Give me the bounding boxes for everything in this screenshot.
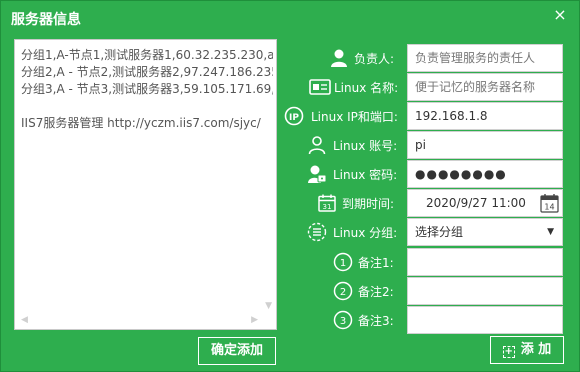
- note2-input[interactable]: [407, 277, 563, 305]
- ip-icon: IP: [284, 106, 304, 126]
- list-line: 分组1,A-节点1,测试服务器1,60.32.235.230,ad: [21, 48, 273, 62]
- list-line: 分组2,A - 节点2,测试服务器2,97.247.186.235,: [21, 65, 273, 79]
- group-select[interactable]: 选择分组 ▼: [407, 218, 563, 246]
- add-plus-icon: +: [502, 346, 515, 358]
- list-icon: [307, 222, 327, 242]
- list-line: 分组3,A - 节点3,测试服务器3,59.105.171.69,a: [21, 82, 273, 96]
- scroll-right-arrow-icon[interactable]: ▶: [251, 315, 258, 325]
- note1-row: 1 备注1:: [281, 248, 571, 276]
- svg-text:IP: IP: [289, 113, 299, 123]
- note2-row: 2 备注2:: [281, 277, 571, 305]
- id-card-icon: [309, 77, 331, 97]
- ip-input[interactable]: 192.168.1.8: [407, 102, 563, 130]
- server-list-lines: 分组1,A-节点1,测试服务器1,60.32.235.230,ad 分组2,A …: [21, 47, 273, 132]
- list-line: [21, 98, 273, 115]
- server-list-textarea[interactable]: 分组1,A-节点1,测试服务器1,60.32.235.230,ad 分组2,A …: [14, 39, 277, 330]
- window-title: 服务器信息: [11, 12, 81, 28]
- note1-label: 备注1:: [358, 256, 394, 270]
- user-lock-icon: [307, 164, 327, 184]
- owner-input[interactable]: 负责管理服务的责任人: [407, 44, 563, 72]
- number-1-icon: 1: [333, 252, 353, 272]
- note2-label: 备注2:: [358, 285, 394, 299]
- number-3-icon: 3: [333, 310, 353, 330]
- scroll-down-arrow-icon[interactable]: ▼: [265, 301, 272, 311]
- svg-text:1: 1: [340, 258, 346, 269]
- note3-input[interactable]: [407, 306, 563, 334]
- confirm-add-button[interactable]: 确定添加: [198, 337, 276, 365]
- group-selected-value: 选择分组: [415, 225, 464, 239]
- expiry-label: 到期时间:: [342, 197, 395, 211]
- server-info-window: 服务器信息 × 分组1,A-节点1,测试服务器1,60.32.235.230,a…: [0, 0, 580, 372]
- owner-row: 负责人: 负责管理服务的责任人: [281, 44, 571, 72]
- password-input[interactable]: ●●●●●●●●: [407, 160, 563, 188]
- password-label: Linux 密码:: [333, 168, 398, 182]
- title-bar[interactable]: 服务器信息 ×: [1, 1, 579, 33]
- horizontal-scrollbar[interactable]: ◀ ▶: [15, 313, 276, 329]
- account-input[interactable]: pi: [407, 131, 563, 159]
- svg-text:2: 2: [340, 287, 346, 298]
- note3-row: 3 备注3:: [281, 306, 571, 334]
- account-label: Linux 账号:: [333, 139, 398, 153]
- account-row: Linux 账号: pi: [281, 131, 571, 159]
- add-button-label: 添 加: [520, 342, 552, 357]
- group-label: Linux 分组:: [333, 226, 398, 240]
- name-input[interactable]: 便于记忆的服务器名称: [407, 73, 563, 101]
- dropdown-arrow-icon[interactable]: ▼: [547, 219, 554, 245]
- ip-label: Linux IP和端口:: [311, 110, 398, 124]
- note3-label: 备注3:: [358, 314, 394, 328]
- svg-text:31: 31: [323, 203, 332, 211]
- ip-row: IP Linux IP和端口: 192.168.1.8: [281, 102, 571, 130]
- close-icon[interactable]: ×: [551, 6, 569, 24]
- calendar-icon: 31: [317, 193, 337, 213]
- expiry-row: 31 到期时间: 2020/9/27 11:00 14: [281, 189, 571, 217]
- calendar-picker-icon[interactable]: 14: [540, 193, 559, 213]
- group-row: Linux 分组: 选择分组 ▼: [281, 218, 571, 246]
- name-label: Linux 名称:: [334, 81, 399, 95]
- note1-input[interactable]: [407, 248, 563, 276]
- password-row: Linux 密码: ●●●●●●●●: [281, 160, 571, 188]
- svg-text:14: 14: [544, 203, 554, 212]
- list-line: IIS7服务器管理 http://yczm.iis7.com/sjyc/: [21, 116, 261, 130]
- owner-label: 负责人:: [354, 52, 395, 66]
- person-icon: [329, 48, 349, 68]
- user-outline-icon: [307, 135, 327, 155]
- name-row: Linux 名称: 便于记忆的服务器名称: [281, 73, 571, 101]
- svg-text:3: 3: [340, 316, 346, 327]
- add-button[interactable]: + 添 加: [490, 336, 564, 364]
- scroll-left-arrow-icon[interactable]: ◀: [21, 315, 28, 325]
- expiry-datetime-input[interactable]: 2020/9/27 11:00 14: [407, 189, 563, 217]
- number-2-icon: 2: [333, 281, 353, 301]
- expiry-value: 2020/9/27 11:00: [426, 196, 526, 210]
